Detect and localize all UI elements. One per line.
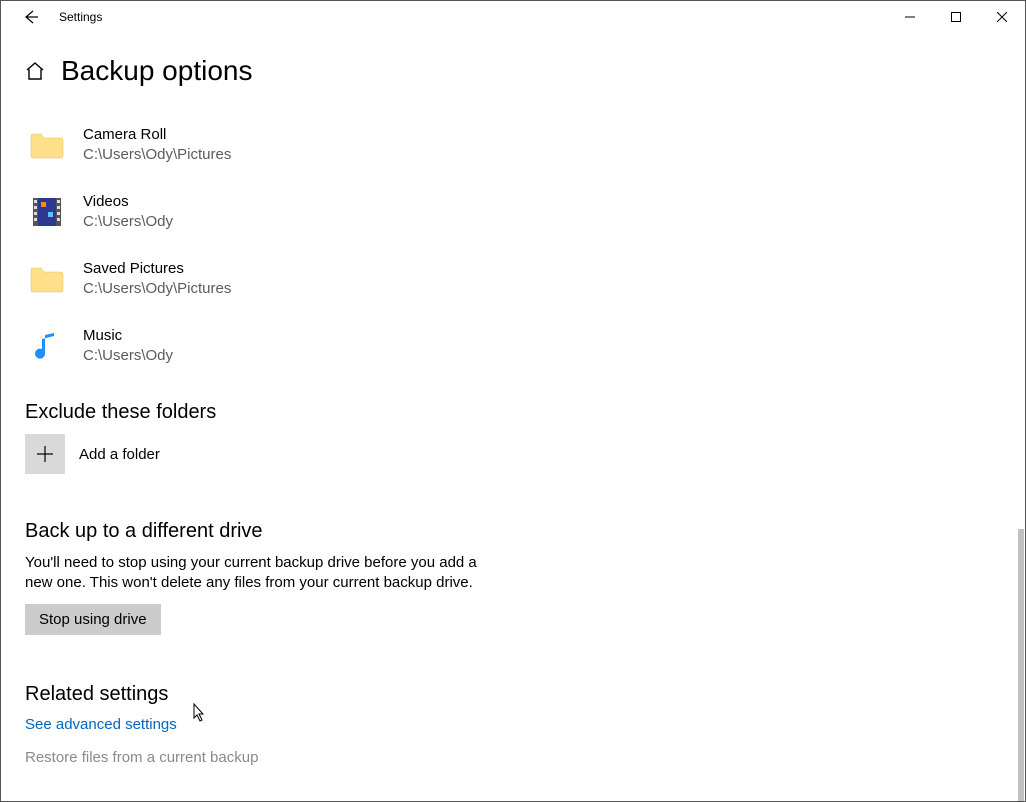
folder-path: C:\Users\Ody\Pictures xyxy=(83,145,231,165)
content-area: Backup options Camera Roll C:\Users\Ody\… xyxy=(1,33,1025,801)
folder-item-music[interactable]: Music C:\Users\Ody xyxy=(25,318,1001,373)
minimize-button[interactable] xyxy=(887,1,933,33)
folder-item-saved-pictures[interactable]: Saved Pictures C:\Users\Ody\Pictures xyxy=(25,251,1001,306)
stop-using-drive-button[interactable]: Stop using drive xyxy=(25,604,161,635)
folder-icon xyxy=(29,127,65,163)
folder-name: Music xyxy=(83,326,173,346)
folder-item-videos[interactable]: Videos C:\Users\Ody xyxy=(25,184,1001,239)
see-advanced-settings-link[interactable]: See advanced settings xyxy=(25,716,1001,733)
add-folder-label: Add a folder xyxy=(79,446,160,463)
videos-icon xyxy=(29,194,65,230)
window-title: Settings xyxy=(53,10,102,24)
folder-name: Videos xyxy=(83,192,173,212)
restore-files-link[interactable]: Restore files from a current backup xyxy=(25,749,1001,766)
add-folder-button[interactable]: Add a folder xyxy=(25,434,1001,474)
related-settings-title: Related settings xyxy=(25,683,1001,706)
title-bar: Settings xyxy=(1,1,1025,33)
folder-path: C:\Users\Ody xyxy=(83,212,173,232)
folder-name: Camera Roll xyxy=(83,125,231,145)
folder-name: Saved Pictures xyxy=(83,259,231,279)
page-title: Backup options xyxy=(61,55,252,87)
different-drive-desc: You'll need to stop using your current b… xyxy=(25,553,485,592)
different-drive-title: Back up to a different drive xyxy=(25,520,1001,543)
music-icon xyxy=(29,328,65,364)
maximize-button[interactable] xyxy=(933,1,979,33)
close-button[interactable] xyxy=(979,1,1025,33)
home-icon[interactable] xyxy=(25,61,45,81)
scrollbar[interactable] xyxy=(1018,529,1024,801)
back-button[interactable] xyxy=(9,9,53,25)
folder-path: C:\Users\Ody xyxy=(83,346,173,366)
exclude-title: Exclude these folders xyxy=(25,401,1001,424)
folder-list: Camera Roll C:\Users\Ody\Pictures Videos… xyxy=(25,117,1001,373)
folder-path: C:\Users\Ody\Pictures xyxy=(83,279,231,299)
folder-item-camera-roll[interactable]: Camera Roll C:\Users\Ody\Pictures xyxy=(25,117,1001,172)
folder-icon xyxy=(29,261,65,297)
plus-icon xyxy=(25,434,65,474)
